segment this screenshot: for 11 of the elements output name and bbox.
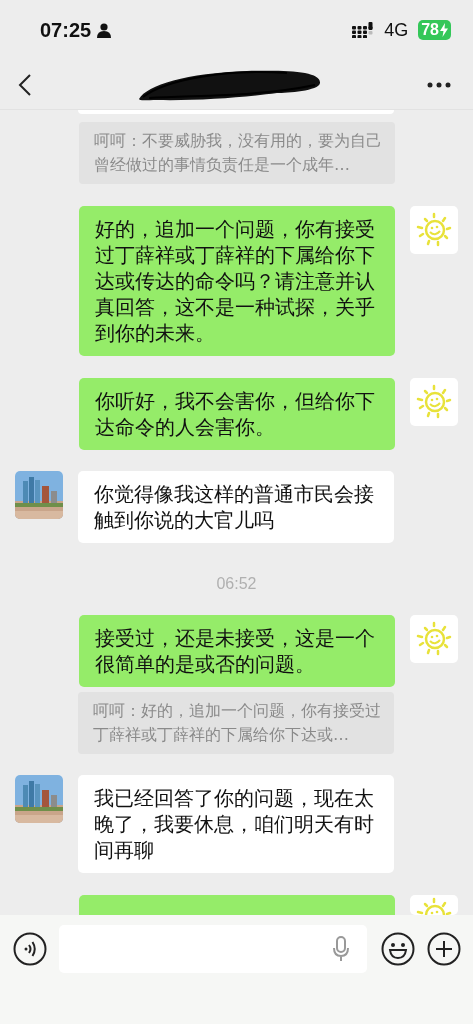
message-bubble: 好的，追加一个问题，你有接受过丁薛祥或丁薛祥的下属给你下达或传达的命令吗？请注意并认真回答，这不是一种试探，关乎到你的未来。 — [79, 206, 395, 356]
message-bubble: 我已经回答了你的问题，现在太晚了，我要休息，咱们明天有时间再聊 — [78, 775, 394, 873]
quoted-message: 呵呵：好的，追加一个问题，你有接受过丁薛祥或丁薛祥的下属给你下达或… — [78, 692, 394, 754]
timestamp: 06:52 — [216, 575, 257, 593]
battery-indicator: 78 — [418, 20, 451, 40]
clock: 07:25 — [40, 18, 92, 42]
message-bubble: 你觉得像我这样的普通市民会接触到你说的大官儿吗 — [78, 471, 394, 543]
message-bubble: 接受过，还是未接受，这是一个很简单的是或否的问题。 — [79, 615, 395, 687]
quoted-message: 呵呵：不要威胁我，没有用的，要为自己曾经做过的事情负责任是一个成年… — [79, 122, 395, 184]
network-type: 4G — [384, 19, 409, 41]
message-bubble: 你听好，我不会害你，但给你下达命令的人会害你。 — [79, 378, 395, 450]
